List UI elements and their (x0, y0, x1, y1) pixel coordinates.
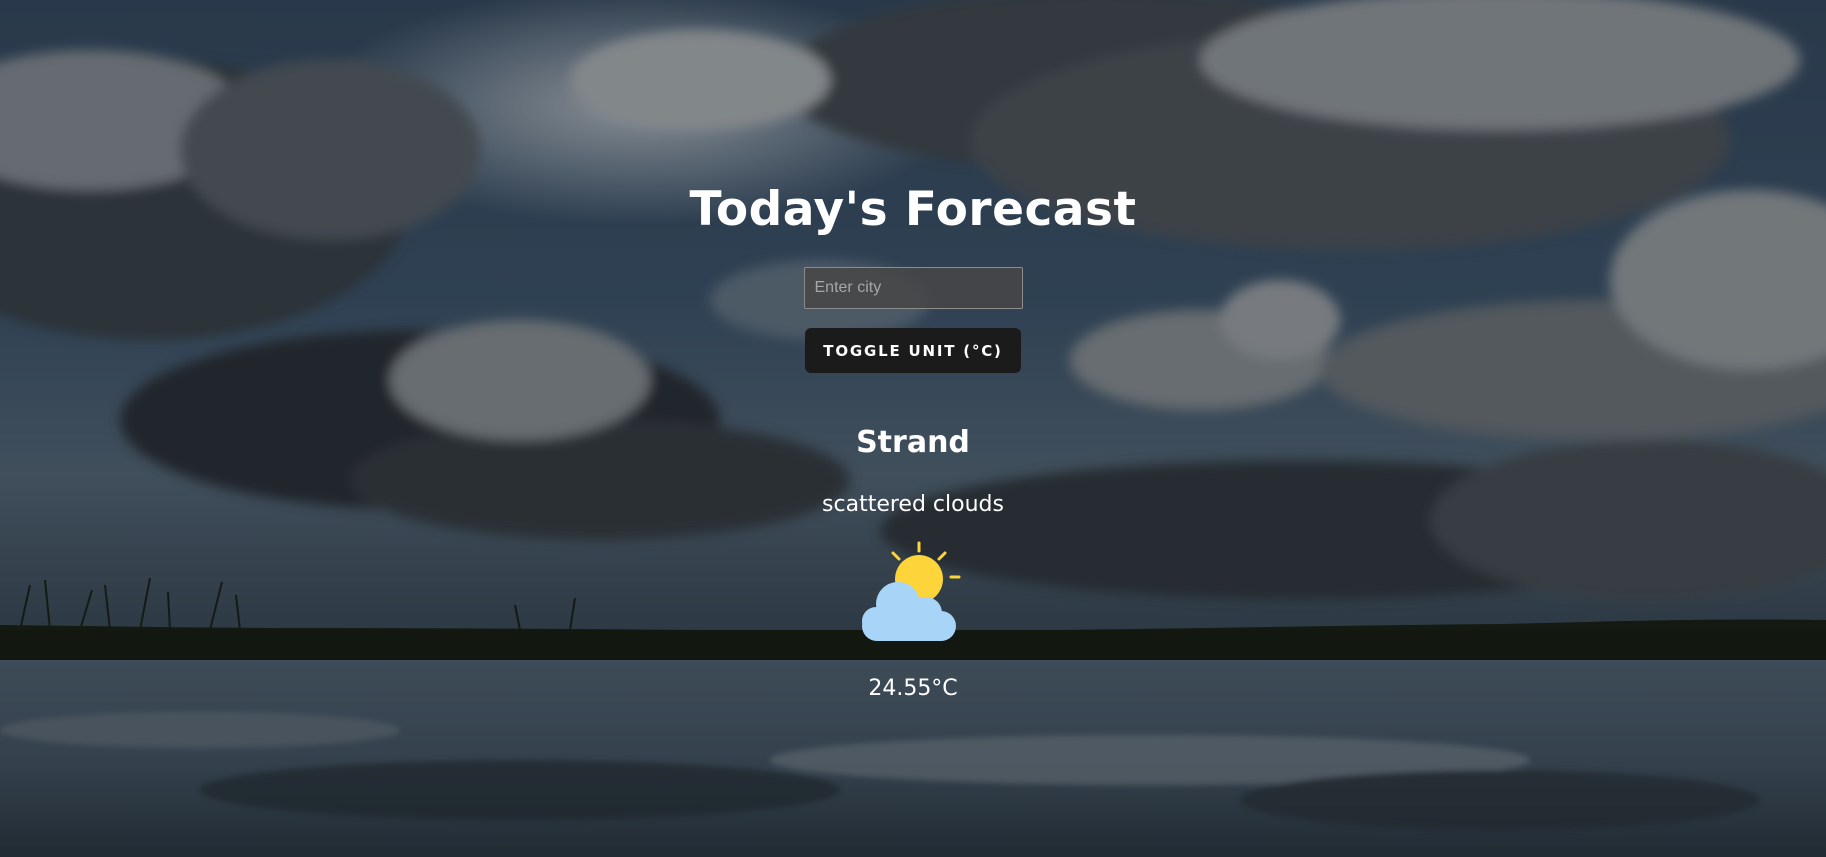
partly-cloudy-icon (858, 541, 968, 645)
forecast-panel: Today's Forecast TOGGLE UNIT (°C) Strand… (0, 0, 1826, 857)
toggle-unit-button[interactable]: TOGGLE UNIT (°C) (805, 328, 1021, 373)
city-search-input[interactable] (803, 267, 1023, 309)
city-name: Strand (856, 425, 970, 460)
weather-description: scattered clouds (822, 492, 1004, 517)
temperature-value: 24.55°C (868, 676, 958, 701)
page-title: Today's Forecast (689, 182, 1137, 237)
